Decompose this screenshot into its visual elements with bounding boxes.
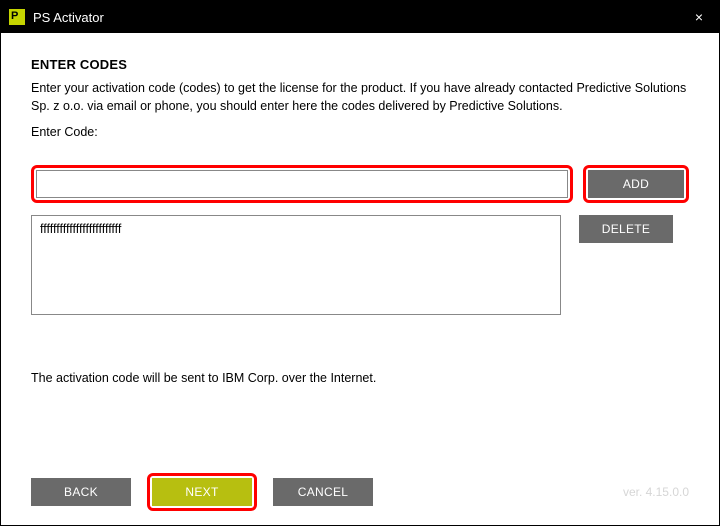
add-button-highlight: ADD — [583, 165, 689, 203]
window-title: PS Activator — [33, 10, 104, 25]
version-label: ver. 4.15.0.0 — [623, 485, 689, 499]
add-button[interactable]: ADD — [588, 170, 684, 198]
footer: BACK NEXT CANCEL ver. 4.15.0.0 — [31, 473, 689, 511]
code-input[interactable] — [36, 170, 568, 198]
list-item[interactable]: fffffffffffffffffffffffff — [40, 222, 552, 236]
content-area: ENTER CODES Enter your activation code (… — [1, 33, 719, 525]
codes-list[interactable]: fffffffffffffffffffffffff — [31, 215, 561, 315]
app-icon — [9, 9, 25, 25]
next-button[interactable]: NEXT — [152, 478, 252, 506]
codes-list-row: fffffffffffffffffffffffff DELETE — [31, 215, 689, 315]
send-note: The activation code will be sent to IBM … — [31, 371, 689, 385]
code-input-highlight — [31, 165, 573, 203]
page-description: Enter your activation code (codes) to ge… — [31, 80, 689, 115]
enter-code-label: Enter Code: — [31, 125, 689, 139]
code-input-row: ADD — [31, 165, 689, 203]
close-icon[interactable]: × — [687, 9, 711, 25]
page-heading: ENTER CODES — [31, 57, 689, 72]
cancel-button[interactable]: CANCEL — [273, 478, 373, 506]
titlebar: PS Activator × — [1, 1, 719, 33]
back-button[interactable]: BACK — [31, 478, 131, 506]
next-button-highlight: NEXT — [147, 473, 257, 511]
delete-button[interactable]: DELETE — [579, 215, 673, 243]
